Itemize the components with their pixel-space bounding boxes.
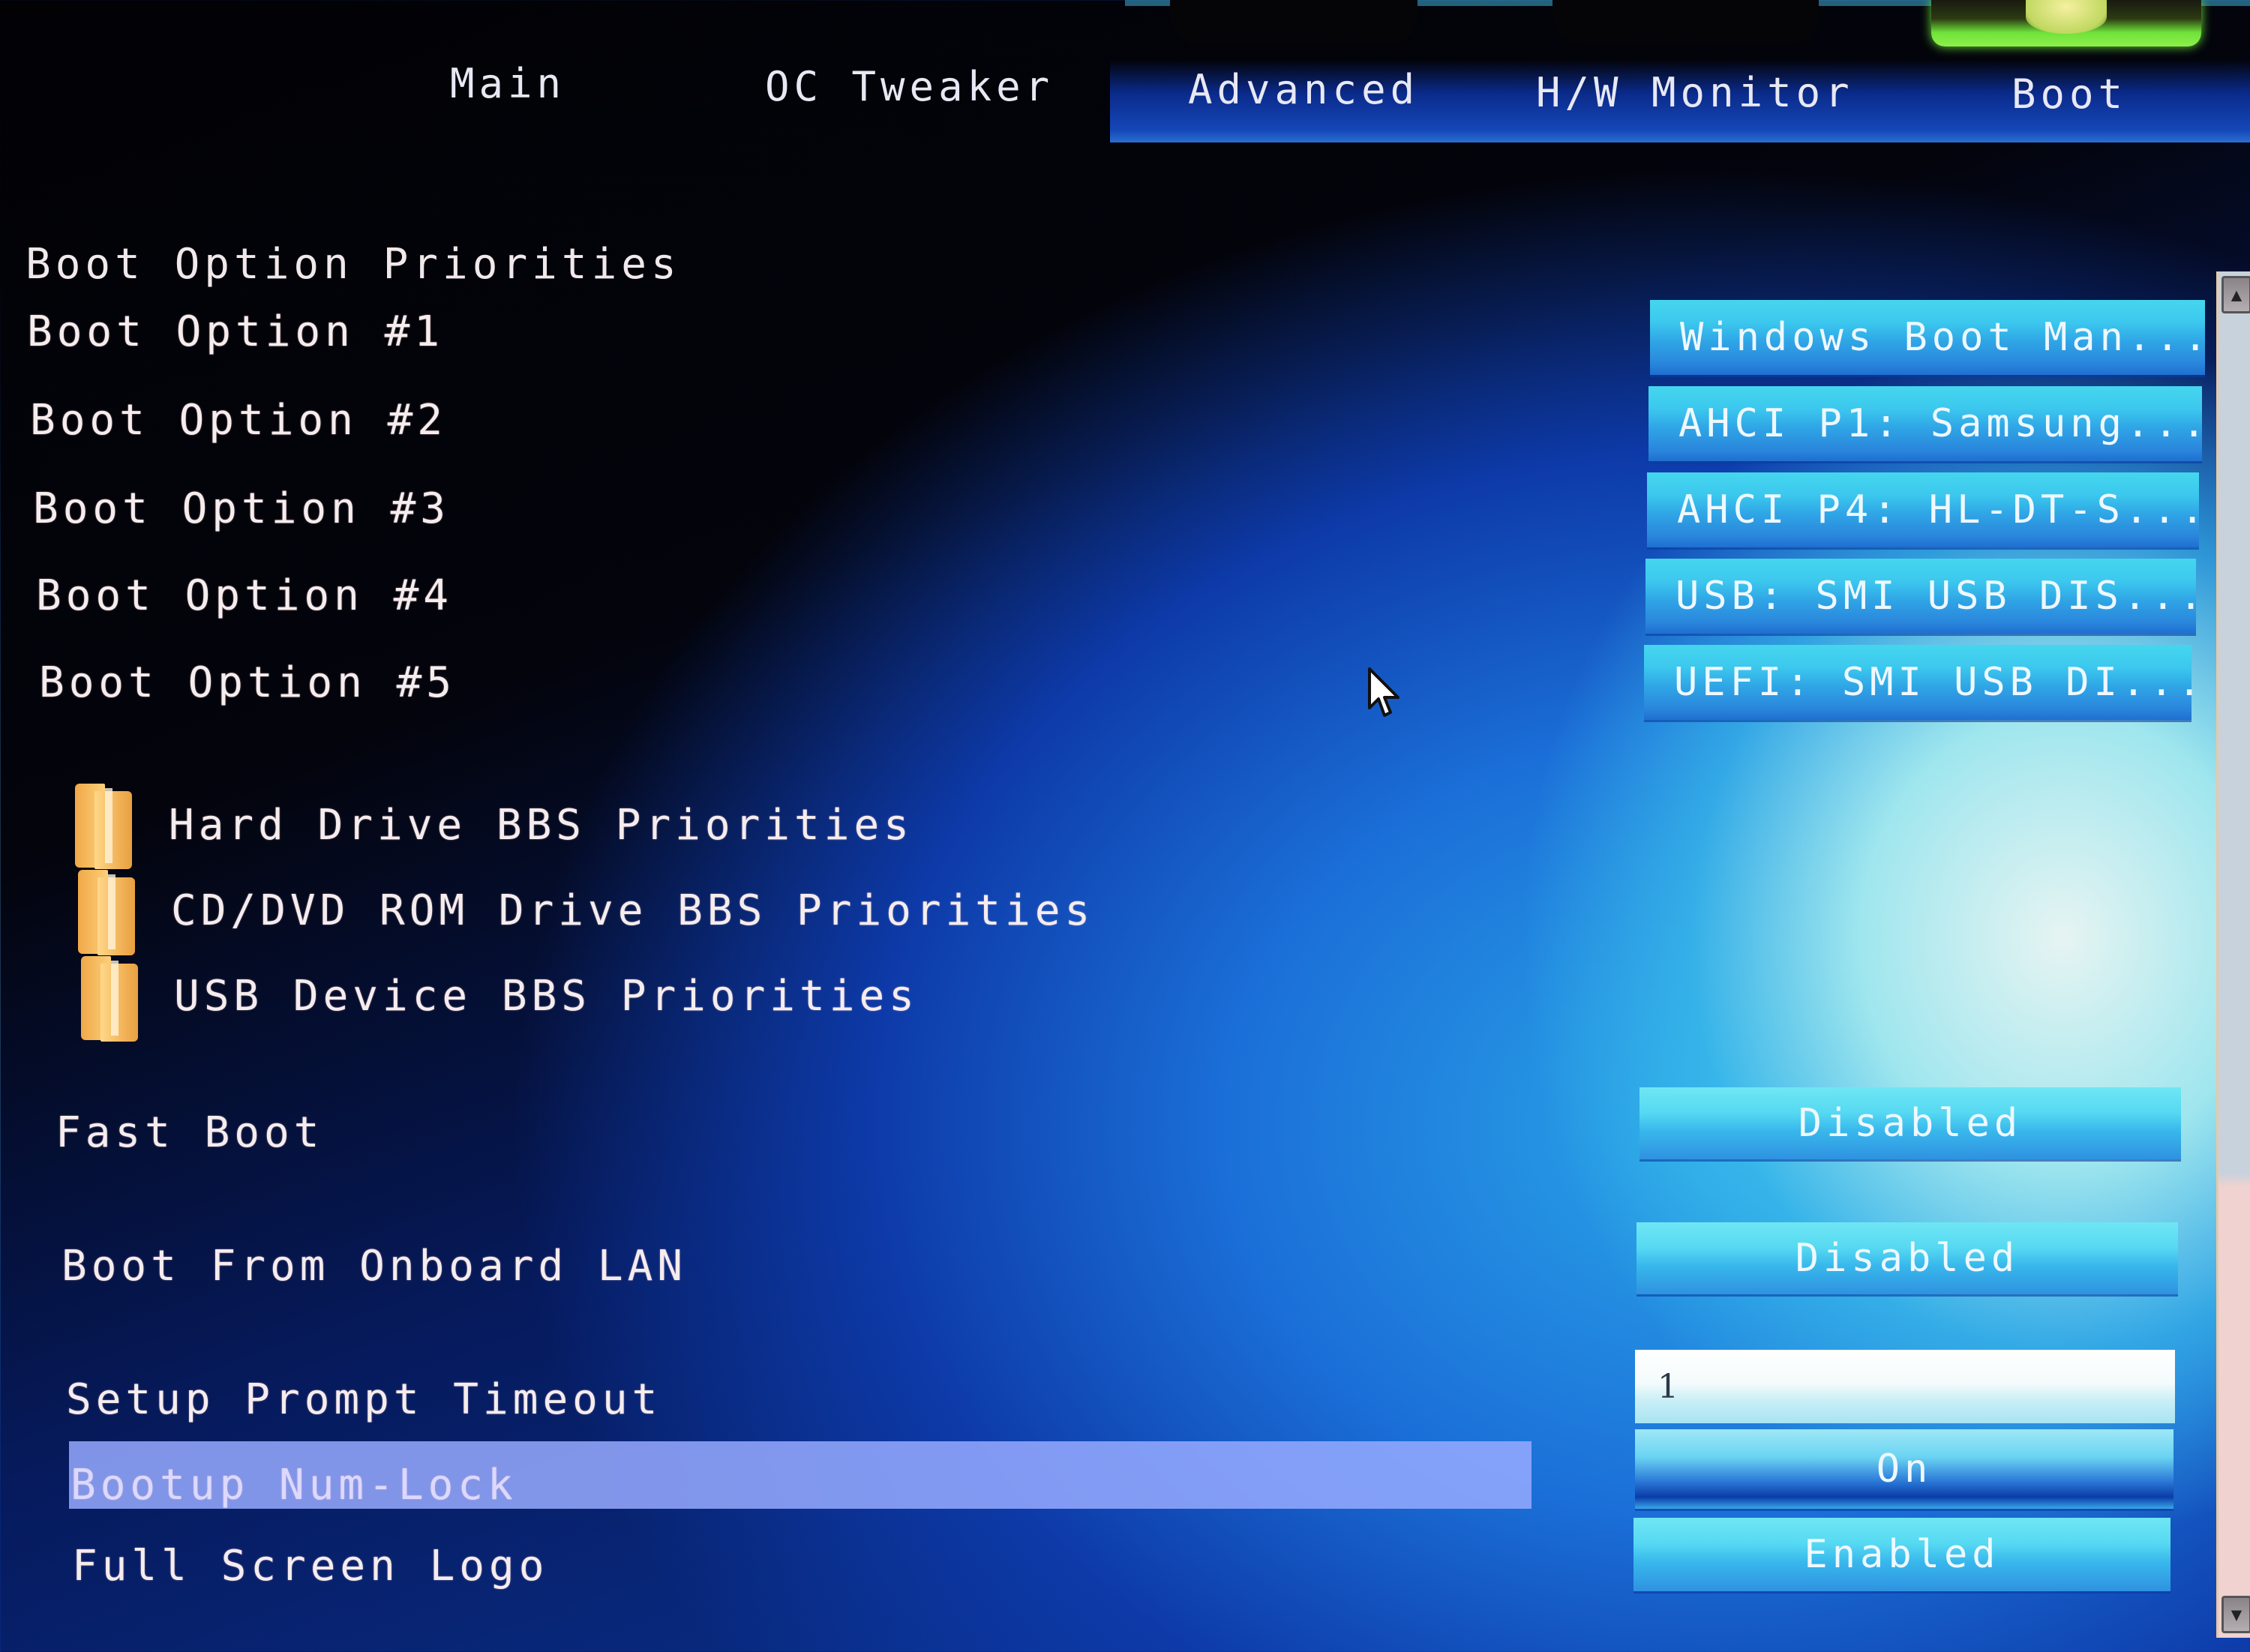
submenu-label[interactable]: CD/DVD ROM Drive BBS Priorities <box>171 886 1094 935</box>
boot-option-5-label[interactable]: Boot Option #5 <box>39 658 456 707</box>
bootup-numlock-value[interactable]: On <box>1635 1429 2174 1509</box>
full-screen-logo-label[interactable]: Full Screen Logo <box>72 1542 548 1591</box>
scroll-down-icon[interactable]: ▼ <box>2222 1596 2250 1633</box>
scroll-up-icon[interactable]: ▲ <box>2222 276 2250 313</box>
full-screen-logo-value[interactable]: Enabled <box>1634 1518 2170 1591</box>
selected-row-highlight: Bootup Num-Lock <box>69 1441 1532 1510</box>
setup-prompt-timeout-input[interactable]: 1 <box>1635 1350 2175 1423</box>
boot-from-lan-value[interactable]: Disabled <box>1636 1222 2178 1294</box>
boot-option-5-value[interactable]: UEFI: SMI USB DI... <box>1644 645 2201 720</box>
boot-option-4-label[interactable]: Boot Option #4 <box>36 571 453 620</box>
fast-boot-value[interactable]: Disabled <box>1640 1087 2181 1159</box>
boot-tab-icon <box>1931 0 2201 46</box>
scrollbar[interactable]: ▲ ▼ <box>2216 271 2250 1638</box>
boot-option-3-value[interactable]: AHCI P4: HL-DT-S... <box>1647 472 2204 547</box>
tab-oc-tweaker[interactable]: OC Tweaker <box>765 63 1054 110</box>
tab-boot[interactable]: Boot <box>2012 70 2127 118</box>
submenu-label[interactable]: USB Device BBS Priorities <box>174 972 919 1021</box>
mouse-cursor-icon <box>1368 667 1400 717</box>
boot-option-2-label[interactable]: Boot Option #2 <box>30 396 447 445</box>
setup-prompt-timeout-label[interactable]: Setup Prompt Timeout <box>66 1375 662 1424</box>
tab-hw-monitor[interactable]: H/W Monitor <box>1536 69 1854 116</box>
submenu-label[interactable]: Hard Drive BBS Priorities <box>169 801 914 850</box>
tab-advanced[interactable]: Advanced <box>1188 66 1419 113</box>
boot-option-priorities-title: Boot Option Priorities <box>26 240 681 289</box>
hw-monitor-tab-icon <box>1552 0 1819 45</box>
boot-option-4-value[interactable]: USB: SMI USB DIS... <box>1646 559 2203 634</box>
folder-icon <box>78 870 136 956</box>
boot-option-2-value[interactable]: AHCI P1: Samsung... <box>1648 386 2206 461</box>
bootup-numlock-label[interactable]: Bootup Num-Lock <box>70 1461 518 1510</box>
boot-from-lan-label[interactable]: Boot From Onboard LAN <box>62 1242 687 1291</box>
tab-main[interactable]: Main <box>450 60 566 107</box>
advanced-tab-icon <box>1170 0 1418 45</box>
boot-option-1-value[interactable]: Windows Boot Man... <box>1650 300 2207 375</box>
folder-icon <box>75 784 134 870</box>
fast-boot-label[interactable]: Fast Boot <box>56 1108 323 1157</box>
folder-icon <box>81 956 140 1042</box>
boot-option-3-label[interactable]: Boot Option #3 <box>33 484 450 533</box>
boot-option-1-label[interactable]: Boot Option #1 <box>27 307 444 356</box>
